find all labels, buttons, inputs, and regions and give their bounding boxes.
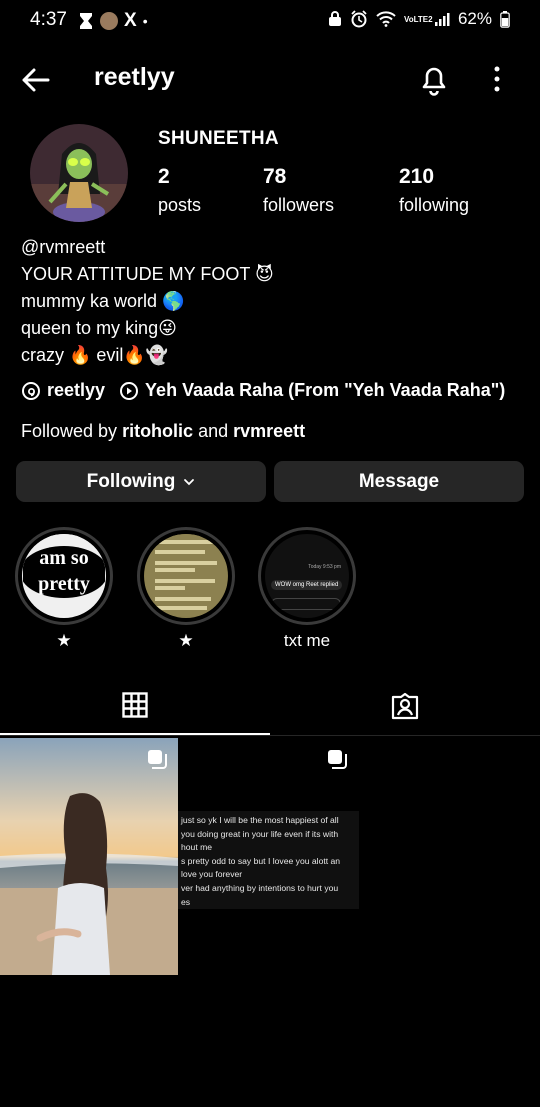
text-post-line: love you forever	[181, 869, 243, 880]
wifi-icon	[376, 11, 396, 27]
alarm-icon	[351, 10, 367, 28]
bio-line: queen to my king😜	[21, 318, 177, 338]
more-vertical-icon[interactable]	[485, 64, 509, 94]
highlight-cover-image	[145, 534, 227, 616]
back-arrow-icon[interactable]	[18, 62, 54, 98]
followed-by[interactable]: Followed by ritoholic and rvmreett	[21, 421, 305, 442]
stat-following-count: 210	[399, 165, 435, 188]
highlight-cover: Today 9:53 pm WOW omg Reet replied	[265, 534, 349, 618]
post-image	[0, 738, 178, 975]
play-icon	[120, 381, 139, 400]
battery-percent: 62%	[457, 9, 492, 28]
highlight-cover-text: pretty	[38, 573, 90, 595]
status-time: 4:37	[30, 9, 67, 30]
highlight-item[interactable]: ★	[137, 527, 235, 651]
highlight-cover-input	[271, 598, 341, 610]
status-right: VoLTE2 62%	[328, 9, 510, 29]
text-post-line: es	[181, 896, 191, 907]
bio-line: mummy ka world 🌎	[21, 291, 185, 311]
tagged-icon	[391, 692, 419, 720]
avatar-image	[30, 124, 128, 222]
highlight-cover-text: am so	[39, 547, 88, 569]
stat-followers[interactable]: 78 followers	[263, 165, 334, 216]
following-button[interactable]: Following	[16, 461, 266, 502]
stat-following-label: following	[399, 195, 470, 215]
highlight-item[interactable]: am so pretty ★	[15, 527, 113, 651]
profile-avatar[interactable]	[30, 124, 128, 222]
profile-header: reetlyy	[0, 50, 540, 110]
full-name: SHUNEETHA	[158, 128, 279, 149]
highlight-label: ★	[178, 631, 194, 650]
battery-icon	[500, 10, 510, 28]
bio-line: YOUR ATTITUDE MY FOOT 😈	[21, 264, 274, 284]
followed-by-conj: and	[193, 421, 234, 441]
follower-name: ritoholic	[122, 421, 194, 441]
followed-by-prefix: Followed by	[21, 421, 123, 441]
stat-posts[interactable]: 2 posts	[158, 165, 201, 216]
stat-following[interactable]: 210 following	[399, 165, 469, 216]
grid-icon	[122, 691, 148, 718]
profile-username: reetlyy	[94, 63, 175, 91]
x-app-icon: X	[124, 10, 137, 31]
status-bar: 4:37 X • VoLTE2 62%	[0, 0, 540, 40]
chevron-down-icon	[184, 478, 195, 485]
bio: @rvmreett YOUR ATTITUDE MY FOOT 😈 mummy …	[21, 234, 274, 369]
text-post-line: you doing great in your life even if its…	[181, 828, 339, 839]
text-post-image[interactable]: just so yk I will be the most happiest o…	[178, 811, 359, 909]
highlight-label: txt me	[283, 631, 331, 650]
threads-link[interactable]: reetlyy	[47, 380, 105, 401]
following-button-label: Following	[86, 470, 176, 492]
highlight-label: ★	[56, 631, 72, 650]
tab-tagged[interactable]	[270, 676, 540, 736]
highlight-ring: am so pretty	[15, 527, 113, 625]
volte-label: VoLTE2	[403, 14, 433, 24]
lock-icon	[328, 11, 341, 26]
contact-avatar-icon	[100, 12, 118, 30]
message-button-label: Message	[358, 470, 440, 492]
profile-links: reetlyy Yeh Vaada Raha (From "Yeh Vaada …	[21, 380, 505, 401]
highlight-cover-time: Today 9:53 pm	[308, 564, 341, 570]
more-notifications-dot: •	[142, 13, 148, 29]
profile-song[interactable]: Yeh Vaada Raha (From "Yeh Vaada Raha")	[145, 380, 505, 401]
highlight-cover: am so pretty	[22, 534, 106, 618]
hourglass-icon	[80, 13, 92, 29]
multiple-posts-icon	[148, 750, 167, 769]
text-post-line: s pretty odd to say but I lovee you alot…	[181, 855, 341, 866]
tab-grid[interactable]	[0, 676, 270, 735]
highlight-cover	[144, 534, 228, 618]
multiple-posts-icon	[328, 750, 347, 769]
bio-line: crazy 🔥 evil🔥👻	[21, 345, 169, 365]
profile-tabs	[0, 676, 540, 736]
text-post-line: ver had anything by intentions to hurt y…	[181, 882, 339, 893]
text-post-line: just so yk I will be the most happiest o…	[181, 815, 339, 825]
stat-posts-count: 2	[158, 165, 170, 188]
stat-posts-label: posts	[158, 195, 202, 215]
highlight-item[interactable]: Today 9:53 pm WOW omg Reet replied txt m…	[258, 527, 356, 651]
highlight-ring	[137, 527, 235, 625]
notification-icons: X •	[78, 10, 148, 32]
highlight-cover-message: WOW omg Reet replied	[271, 580, 343, 590]
message-button[interactable]: Message	[274, 461, 524, 502]
threads-icon	[22, 381, 40, 400]
signal-icon	[434, 13, 450, 26]
highlight-ring: Today 9:53 pm WOW omg Reet replied	[258, 527, 356, 625]
bio-mention[interactable]: @rvmreett	[21, 234, 274, 261]
stat-followers-label: followers	[263, 195, 335, 215]
stat-followers-count: 78	[263, 165, 287, 188]
text-post-line: hout me	[181, 842, 213, 853]
bell-icon[interactable]	[418, 62, 450, 96]
post-thumbnail[interactable]	[0, 738, 178, 975]
follower-name: rvmreett	[233, 421, 306, 441]
highlight-cover-image: am so pretty	[22, 534, 106, 616]
